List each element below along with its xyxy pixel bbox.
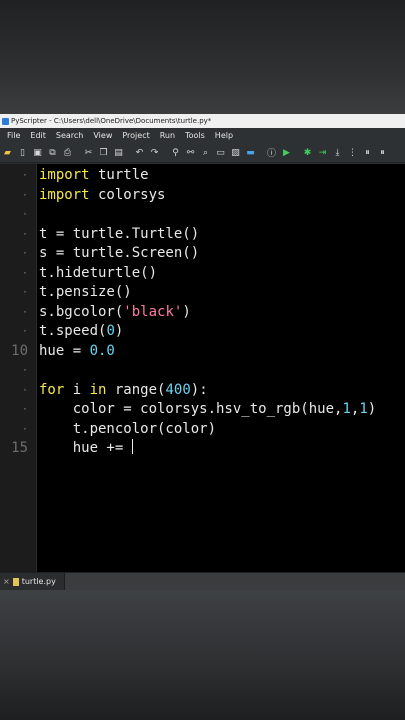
info-icon[interactable]: ⓘ: [265, 146, 278, 159]
redo-icon[interactable]: ↷: [148, 146, 161, 159]
tab-turtle-py[interactable]: × turtle.py: [0, 573, 65, 590]
code-line-8: s.bgcolor('black'): [39, 303, 191, 320]
print-icon[interactable]: ⎙: [61, 146, 74, 159]
save-icon[interactable]: ▣: [31, 146, 44, 159]
python-file-icon: [12, 577, 19, 586]
text-cursor: [131, 439, 134, 454]
menu-search[interactable]: Search: [51, 128, 88, 143]
pyscripter-app-icon: [2, 117, 9, 125]
open-folder-icon[interactable]: ▰: [1, 146, 14, 159]
menu-run[interactable]: Run: [155, 128, 180, 143]
code-editor[interactable]: · · · · · · · · · 10 · · · · 15 import t…: [0, 164, 405, 580]
debug-icon[interactable]: ✱: [301, 146, 314, 159]
toolbar: ▰ ▯ ▣ ⧉ ⎙ ✂ ❐ ▤ ↶ ↷ ⚲ ⚯ ⌕ ▭ ▨ ▬ ⓘ ▶ ✱ ⇥ …: [0, 143, 405, 163]
code-line-7: t.pensize(): [39, 284, 132, 300]
code-line-1: import turtle: [39, 167, 149, 183]
line-number-15: 15: [11, 440, 28, 456]
top-background: [0, 0, 405, 114]
menu-view[interactable]: View: [88, 128, 117, 143]
menu-project[interactable]: Project: [117, 128, 154, 143]
code-area[interactable]: import turtle import colorsys t = turtle…: [37, 164, 405, 580]
step-out-icon[interactable]: ⋮: [346, 146, 359, 159]
title-bar: PyScripter - C:\Users\dell\OneDrive\Docu…: [0, 114, 405, 128]
code-line-13: color = colorsys.hsv_to_rgb(hue,1,1): [39, 401, 377, 417]
find-in-files-icon[interactable]: ⌕: [199, 146, 212, 159]
run-icon[interactable]: ▶: [280, 146, 293, 159]
pyscripter-window: PyScripter - C:\Users\dell\OneDrive\Docu…: [0, 114, 405, 591]
step-over-icon[interactable]: ⇥: [316, 146, 329, 159]
code-line-6: t.hideturtle(): [39, 264, 158, 281]
menu-bar: File Edit Search View Project Run Tools …: [0, 128, 405, 143]
code-line-14: t.pencolor(color): [39, 420, 217, 437]
menu-tools[interactable]: Tools: [180, 128, 210, 143]
new-file-icon[interactable]: ▯: [16, 146, 29, 159]
line-number-gutter: · · · · · · · · · 10 · · · · 15: [0, 164, 37, 580]
pause-icon[interactable]: ⏸: [361, 146, 374, 159]
code-line-15: hue +=: [39, 439, 134, 456]
copy-icon[interactable]: ❐: [97, 146, 110, 159]
zoom-icon[interactable]: ▭: [214, 146, 227, 159]
window-title: PyScripter - C:\Users\dell\OneDrive\Docu…: [11, 117, 212, 125]
code-line-10: hue = 0.0: [39, 342, 115, 359]
search-icon[interactable]: ⚲: [169, 146, 182, 159]
image-icon[interactable]: ▨: [229, 146, 242, 159]
menu-help[interactable]: Help: [210, 128, 238, 143]
replace-icon[interactable]: ⚯: [184, 146, 197, 159]
terminal-icon[interactable]: ▬: [244, 146, 257, 159]
save-all-icon[interactable]: ⧉: [46, 146, 59, 159]
code-line-12: for i in range(400):: [39, 381, 208, 398]
cut-icon[interactable]: ✂: [82, 146, 95, 159]
code-line-2: import colorsys: [39, 186, 166, 203]
tab-label: turtle.py: [21, 577, 56, 586]
bottom-background: [0, 590, 405, 720]
menu-edit[interactable]: Edit: [25, 128, 51, 143]
paste-icon[interactable]: ▤: [112, 146, 125, 159]
close-icon[interactable]: ×: [3, 573, 10, 590]
undo-icon[interactable]: ↶: [133, 146, 146, 159]
more-icon[interactable]: ⏸: [376, 146, 389, 159]
menu-file[interactable]: File: [2, 128, 25, 143]
code-line-4: t = turtle.Turtle(): [39, 225, 200, 242]
line-number-10: 10: [11, 342, 28, 359]
code-line-9: t.speed(0): [39, 323, 124, 339]
step-into-icon[interactable]: ⤓: [331, 146, 344, 159]
editor-tab-bar: × turtle.py: [0, 572, 405, 591]
code-line-5: s = turtle.Screen(): [39, 245, 200, 261]
